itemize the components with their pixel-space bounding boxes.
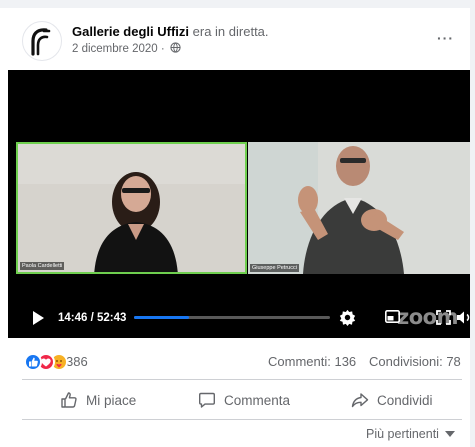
post-meta: 2 dicembre 2020 · [72, 42, 181, 55]
expand-icon[interactable] [436, 310, 451, 325]
comment-label: Commenta [224, 393, 291, 408]
speaker-woman-image [18, 144, 245, 272]
gear-icon[interactable] [339, 309, 356, 326]
thumbs-up-icon [61, 392, 77, 408]
participant-label: Giuseppe Petrucci [250, 264, 299, 272]
more-icon[interactable]: ··· [437, 30, 454, 46]
share-label: Condividi [377, 393, 433, 408]
participant-tile-right: Giuseppe Petrucci [248, 142, 470, 274]
page-name-link[interactable]: Gallerie degli Uffizi [72, 24, 189, 39]
reaction-count[interactable]: 386 [66, 354, 88, 369]
sort-label: Più pertinenti [366, 427, 439, 441]
like-button[interactable]: Mi piace [60, 391, 160, 411]
share-button[interactable]: Condividi [351, 391, 451, 411]
like-reaction-icon [24, 353, 42, 371]
like-label: Mi piace [86, 393, 137, 408]
video-time: 14:46 / 52:43 [58, 312, 127, 324]
post-date[interactable]: 2 dicembre 2020 · [72, 43, 165, 55]
post-verb: era in diretta. [189, 24, 269, 39]
video-controls: 14:46 / 52:43 zoom [16, 304, 475, 332]
comments-count[interactable]: Commenti: 136 [268, 354, 356, 369]
progress-fill [134, 316, 189, 319]
divider [22, 419, 462, 420]
comment-icon [199, 392, 215, 408]
participant-tile-left: Paola Cardelletti [16, 142, 247, 274]
globe-icon [170, 42, 181, 53]
share-icon [351, 393, 369, 408]
speaker-man-image [248, 142, 470, 274]
shares-count[interactable]: Condivisioni: 78 [369, 354, 461, 369]
progress-bar[interactable] [134, 316, 330, 319]
comment-sort-dropdown[interactable]: Più pertinenti [366, 427, 455, 441]
post-header: Gallerie degli Uffizi era in diretta. [72, 24, 269, 39]
participant-label: Paola Cardelletti [20, 262, 65, 270]
divider [22, 379, 462, 380]
comment-button[interactable]: Commenta [198, 391, 308, 411]
volume-icon[interactable] [456, 310, 472, 325]
video-player[interactable]: Paola Cardelletti Giuseppe Petrucci 14:4… [8, 70, 470, 338]
chevron-down-icon [444, 431, 455, 437]
page-avatar[interactable] [22, 21, 62, 61]
play-icon[interactable] [32, 311, 44, 325]
uffizi-logo-icon [22, 21, 62, 61]
